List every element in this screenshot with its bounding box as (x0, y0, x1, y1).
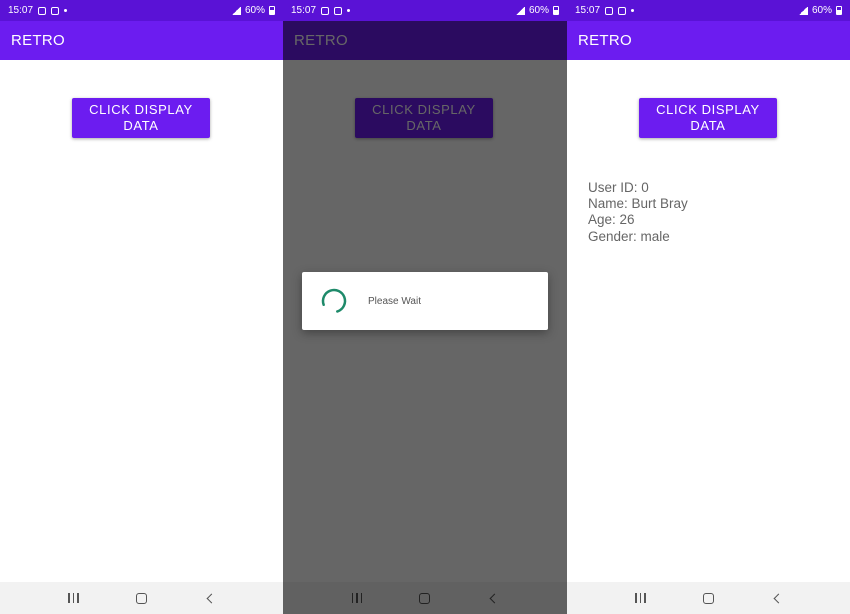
status-bar: 15:07 60% (567, 0, 850, 21)
battery-icon (269, 6, 275, 15)
more-notifications-icon (64, 9, 68, 12)
battery-percent: 60% (244, 5, 265, 16)
status-time: 15:07 (291, 5, 317, 16)
user-gender-text: Gender: male (588, 228, 670, 244)
dialog-message: Please Wait (368, 295, 421, 307)
notification-icon (334, 6, 343, 15)
gallery-notification-icon (321, 6, 330, 15)
recent-apps-icon[interactable] (68, 593, 79, 603)
battery-percent: 60% (528, 5, 549, 16)
more-notifications-icon (631, 9, 635, 12)
battery-icon (836, 6, 842, 15)
notification-icon (618, 6, 627, 15)
user-info: User ID: 0 Name: Burt Bray Age: 26 Gende… (588, 180, 688, 245)
gallery-notification-icon (38, 6, 47, 15)
battery-icon (553, 6, 559, 15)
app-title: RETRO (11, 32, 65, 49)
status-bar: 15:07 60% (0, 0, 283, 21)
user-id-text: User ID: 0 (588, 180, 649, 195)
signal-icon (514, 6, 525, 15)
app-bar: RETRO (0, 21, 283, 60)
display-data-button[interactable]: CLICK DISPLAY DATA (639, 98, 777, 138)
more-notifications-icon (347, 9, 351, 12)
status-time: 15:07 (8, 5, 34, 16)
app-title: RETRO (578, 32, 632, 49)
recent-apps-icon[interactable] (635, 593, 646, 603)
user-name-text: Name: Burt Bray (588, 196, 688, 212)
app-bar: RETRO (567, 21, 850, 60)
status-time: 15:07 (575, 5, 601, 16)
phone-screen-result: 15:07 60% RETRO CLICK DISPLAY DATA User … (567, 0, 850, 614)
navigation-bar (0, 582, 283, 614)
user-age-text: Age: 26 (588, 212, 635, 228)
main-content: CLICK DISPLAY DATA User ID: 0 Name: Burt… (567, 60, 850, 582)
back-icon[interactable] (773, 593, 784, 603)
phone-screen-loading: 15:07 60% RETRO CLICK DISPLAY DATA (283, 0, 567, 614)
signal-icon (797, 6, 808, 15)
back-icon[interactable] (206, 593, 217, 603)
home-icon[interactable] (135, 592, 147, 604)
screenshot-collage: 15:07 60% RETRO CLICK DISPLAY DATA 15:07… (0, 0, 850, 614)
display-data-button[interactable]: CLICK DISPLAY DATA (72, 98, 210, 138)
notification-icon (51, 6, 60, 15)
signal-icon (230, 6, 241, 15)
main-content: CLICK DISPLAY DATA (0, 60, 283, 582)
battery-percent: 60% (811, 5, 832, 16)
phone-screen-initial: 15:07 60% RETRO CLICK DISPLAY DATA (0, 0, 283, 614)
navigation-bar (567, 582, 850, 614)
progress-dialog: Please Wait (302, 272, 548, 330)
status-bar: 15:07 60% (283, 0, 567, 21)
loading-spinner-icon (321, 288, 347, 314)
home-icon[interactable] (702, 592, 714, 604)
gallery-notification-icon (605, 6, 614, 15)
